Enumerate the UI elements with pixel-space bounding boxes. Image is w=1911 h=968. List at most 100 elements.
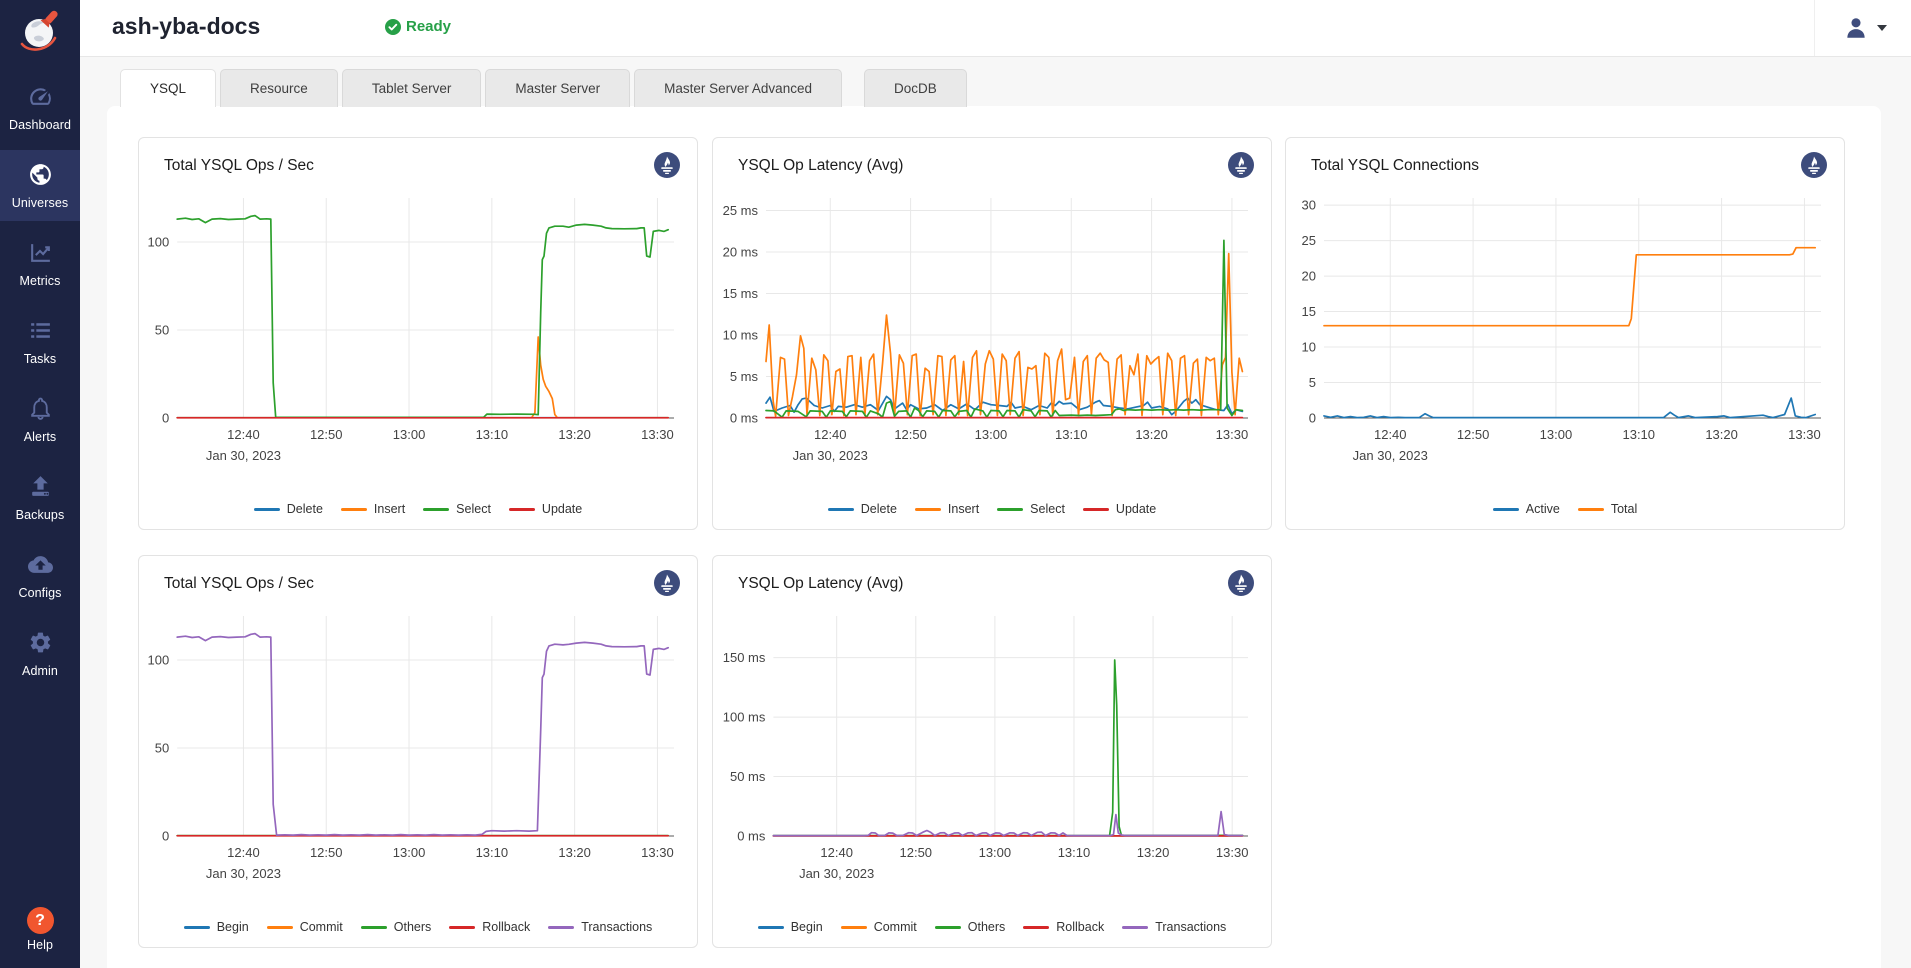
legend-item-insert[interactable]: Insert [915,502,979,516]
chart-title: Total YSQL Connections [1311,157,1479,175]
user-menu[interactable] [1814,0,1897,56]
chart-legend: Begin Commit Others Rollback Transactions [713,920,1271,934]
svg-text:15 ms: 15 ms [723,286,759,301]
series-select [766,240,1242,417]
sidebar-nav: Dashboard UniversesMetricsTasks Alerts Back… [0,72,80,696]
bell-icon [28,396,53,421]
svg-text:13:10: 13:10 [1058,845,1091,860]
legend-label: Total [1611,502,1637,516]
legend-label: Select [456,502,491,516]
legend-item-update[interactable]: Update [509,502,582,516]
prometheus-icon[interactable] [653,569,681,597]
legend-item-transactions[interactable]: Transactions [548,920,652,934]
page-title: ash-yba-docs [112,13,260,40]
app-logo[interactable] [14,6,66,58]
svg-text:50: 50 [155,323,169,338]
legend-label: Transactions [581,920,652,934]
svg-text:10: 10 [1302,340,1316,355]
legend-label: Begin [791,920,823,934]
legend-swatch [361,926,387,929]
legend-label: Select [1030,502,1065,516]
svg-text:15: 15 [1302,304,1316,319]
chart-canvas[interactable]: 12:40Jan 30, 202312:5013:0013:1013:2013:… [1286,186,1846,478]
legend-item-total[interactable]: Total [1578,502,1637,516]
chart-legend: Delete Insert Select Update [139,502,697,516]
svg-text:Jan 30, 2023: Jan 30, 2023 [206,448,281,463]
legend-item-transactions[interactable]: Transactions [1122,920,1226,934]
tab-master-server[interactable]: Master Server [485,69,630,107]
svg-text:13:30: 13:30 [641,427,674,442]
legend-item-commit[interactable]: Commit [841,920,917,934]
chart-tabs: YSQLResourceTablet ServerMaster ServerMa… [120,69,971,107]
series-insert [177,337,668,418]
chart-canvas[interactable]: 12:40Jan 30, 202312:5013:0013:1013:2013:… [139,186,699,478]
sidebar-item-metrics[interactable]: Metrics [0,228,80,299]
legend-item-select[interactable]: Select [423,502,491,516]
gauge-icon [28,84,53,109]
svg-text:12:40: 12:40 [814,427,847,442]
tab-resource[interactable]: Resource [220,69,338,107]
chart-legend: Begin Commit Others Rollback Transactions [139,920,697,934]
prometheus-icon[interactable] [1227,151,1255,179]
legend-item-rollback[interactable]: Rollback [1023,920,1104,934]
sidebar-item-alerts[interactable]: Alerts [0,384,80,455]
sidebar-item-label: Dashboard [0,118,80,132]
legend-swatch [997,508,1023,511]
svg-text:13:20: 13:20 [1135,427,1168,442]
sidebar-item-tasks[interactable]: Tasks [0,306,80,377]
cloud-upload-icon [28,552,53,577]
legend-item-rollback[interactable]: Rollback [449,920,530,934]
svg-text:0 ms: 0 ms [737,829,766,844]
svg-text:12:40: 12:40 [1374,427,1407,442]
svg-text:5: 5 [1309,375,1316,390]
svg-text:12:50: 12:50 [310,427,343,442]
tab-docdb[interactable]: DocDB [864,69,967,107]
prometheus-icon[interactable] [653,151,681,179]
prometheus-icon[interactable] [1227,569,1255,597]
svg-text:12:50: 12:50 [900,845,933,860]
svg-text:13:20: 13:20 [1137,845,1170,860]
legend-swatch [1493,508,1519,511]
legend-swatch [841,926,867,929]
tab-master-server-advanced[interactable]: Master Server Advanced [634,69,842,107]
svg-text:Jan 30, 2023: Jan 30, 2023 [793,448,868,463]
svg-text:100: 100 [147,653,169,668]
series-transactions [177,634,668,836]
chart-canvas[interactable]: 12:40Jan 30, 202312:5013:0013:1013:2013:… [713,186,1273,478]
sidebar-item-backups[interactable]: Backups [0,462,80,533]
svg-text:13:10: 13:10 [1622,427,1655,442]
sidebar-item-dashboard[interactable]: Dashboard [0,72,80,143]
legend-item-delete[interactable]: Delete [828,502,897,516]
legend-item-select[interactable]: Select [997,502,1065,516]
sidebar-item-help[interactable]: ? Help [0,907,80,952]
chart-canvas[interactable]: 12:40Jan 30, 202312:5013:0013:1013:2013:… [713,604,1273,896]
legend-item-delete[interactable]: Delete [254,502,323,516]
sidebar-item-configs[interactable]: Configs [0,540,80,611]
svg-text:0: 0 [162,411,169,426]
legend-item-begin[interactable]: Begin [758,920,823,934]
chart-legend: Delete Insert Select Update [713,502,1271,516]
tab-tablet-server[interactable]: Tablet Server [342,69,482,107]
chart-card-2: Total YSQL Connections 12:40Jan 30, 20231… [1285,137,1845,530]
sidebar-item-universes[interactable]: Universes [0,150,80,221]
prometheus-icon[interactable] [1800,151,1828,179]
legend-item-begin[interactable]: Begin [184,920,249,934]
chart-canvas[interactable]: 12:40Jan 30, 202312:5013:0013:1013:2013:… [139,604,699,896]
sidebar-item-label: Alerts [0,430,80,444]
tab-ysql[interactable]: YSQL [120,69,216,107]
gear-icon [28,630,53,655]
svg-text:0: 0 [162,829,169,844]
svg-text:12:40: 12:40 [227,427,260,442]
legend-label: Begin [217,920,249,934]
legend-item-others[interactable]: Others [935,920,1006,934]
legend-item-insert[interactable]: Insert [341,502,405,516]
legend-item-others[interactable]: Others [361,920,432,934]
svg-text:Jan 30, 2023: Jan 30, 2023 [206,866,281,881]
legend-label: Update [1116,502,1156,516]
legend-item-commit[interactable]: Commit [267,920,343,934]
svg-text:150 ms: 150 ms [723,650,766,665]
sidebar-item-admin[interactable]: Admin [0,618,80,689]
legend-item-active[interactable]: Active [1493,502,1560,516]
user-icon [1843,15,1869,41]
legend-item-update[interactable]: Update [1083,502,1156,516]
